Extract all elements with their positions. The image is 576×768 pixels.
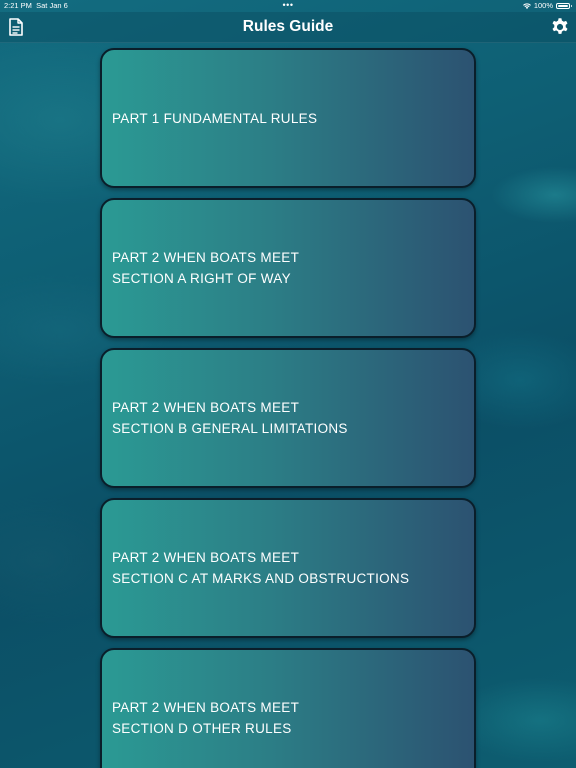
page-title: Rules Guide [242,18,334,35]
rule-card-part2-section-c[interactable]: PART 2 WHEN BOATS MEET SECTION C AT MARK… [100,498,476,638]
rule-card-part1-fundamental[interactable]: PART 1 FUNDAMENTAL RULES [100,48,476,188]
navigation-bar: Rules Guide [0,12,576,43]
card-title: PART 1 FUNDAMENTAL RULES [112,110,318,126]
rule-card-part2-section-b[interactable]: PART 2 WHEN BOATS MEET SECTION B GENERAL… [100,348,476,488]
card-text: PART 2 WHEN BOATS MEET SECTION C AT MARK… [112,547,409,589]
rule-card-part2-section-a[interactable]: PART 2 WHEN BOATS MEET SECTION A RIGHT O… [100,198,476,338]
card-subtitle: SECTION A RIGHT OF WAY [112,271,291,286]
rules-list: PART 1 FUNDAMENTAL RULES PART 2 WHEN BOA… [100,48,476,768]
card-subtitle: SECTION B GENERAL LIMITATIONS [112,421,348,436]
card-title: PART 2 WHEN BOATS MEET [112,400,300,415]
card-text: PART 2 WHEN BOATS MEET SECTION D OTHER R… [112,697,299,739]
multitasking-dots[interactable]: ••• [278,0,298,10]
status-time-date: 2:21 PM Sat Jan 6 [4,0,68,12]
card-text: PART 2 WHEN BOATS MEET SECTION B GENERAL… [112,397,348,439]
rule-card-part2-section-d[interactable]: PART 2 WHEN BOATS MEET SECTION D OTHER R… [100,648,476,768]
status-time: 2:21 PM [4,1,32,10]
battery-icon [556,3,572,9]
status-date: Sat Jan 6 [36,1,68,10]
card-subtitle: SECTION D OTHER RULES [112,721,292,736]
card-subtitle: SECTION C AT MARKS AND OBSTRUCTIONS [112,571,410,586]
card-title: PART 2 WHEN BOATS MEET [112,550,300,565]
status-indicators: 100% [522,0,572,12]
gear-icon[interactable] [550,17,570,37]
card-title: PART 2 WHEN BOATS MEET [112,250,300,265]
status-bar: 2:21 PM Sat Jan 6 ••• 100% [0,0,576,12]
card-text: PART 2 WHEN BOATS MEET SECTION A RIGHT O… [112,247,299,289]
card-title: PART 2 WHEN BOATS MEET [112,700,300,715]
battery-percent: 100% [533,1,553,10]
card-text: PART 1 FUNDAMENTAL RULES [112,108,317,129]
wifi-icon [522,2,531,9]
